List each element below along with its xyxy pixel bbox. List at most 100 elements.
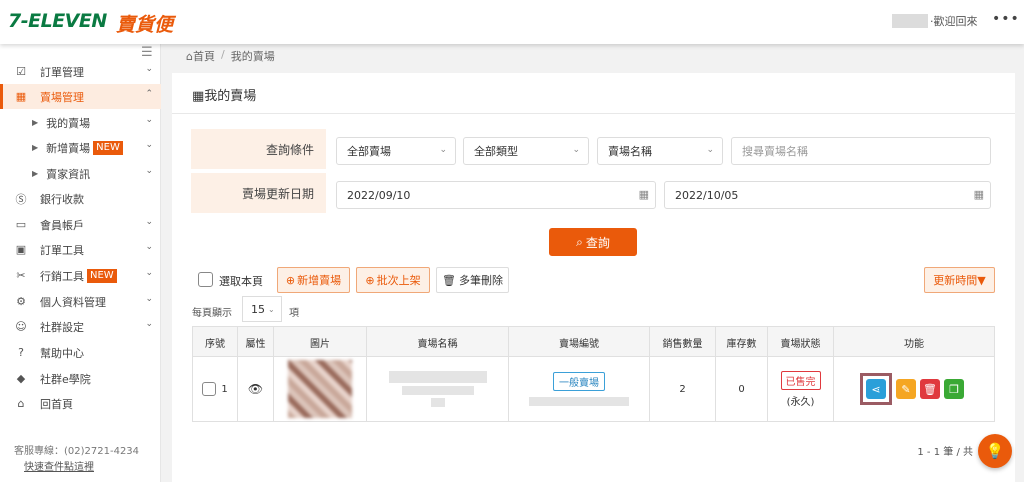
sidebar-item-label: 社群設定 xyxy=(40,320,84,334)
lightbulb-icon[interactable]: 💡 xyxy=(978,434,1012,468)
breadcrumb-home-label: 首頁 xyxy=(192,50,215,63)
sidebar-item-community[interactable]: ☺ 社群設定 ⌄ xyxy=(0,314,161,339)
chevron-down-icon: ⌄ xyxy=(572,145,580,155)
search-button[interactable]: ⌕ 查詢 xyxy=(549,228,637,256)
per-page-select[interactable]: 15 ⌄ xyxy=(242,296,282,322)
trash-icon: 🗑 xyxy=(442,273,456,287)
store-icon: ▦ xyxy=(192,89,205,104)
brand-sub-logo[interactable]: 賣貨便 xyxy=(116,10,173,37)
store-select[interactable]: 全部賣場 ⌄ xyxy=(336,137,456,165)
sidebar-item-store-management[interactable]: ▦ 賣場管理 ⌃ xyxy=(0,84,161,109)
sidebar-item-label: 訂單管理 xyxy=(40,65,84,79)
briefcase-icon: ▣ xyxy=(15,243,27,256)
edit-icon[interactable]: ✎ xyxy=(896,379,916,399)
sidebar-item-orders[interactable]: ☑ 訂單管理 ⌄ xyxy=(0,59,161,84)
sidebar-item-label: 個人資料管理 xyxy=(40,295,106,309)
new-badge: NEW xyxy=(87,268,117,283)
sidebar-item-label: 幫助中心 xyxy=(40,346,84,360)
select-page-label: 選取本頁 xyxy=(219,275,263,288)
chevron-down-icon: ⌄ xyxy=(145,140,153,150)
sidebar-item-academy[interactable]: ◆ 社群e學院 xyxy=(0,366,161,391)
sidebar-item-bank[interactable]: Ⓢ 銀行收款 xyxy=(0,186,161,211)
store-name-redacted xyxy=(401,386,474,395)
scissors-icon: ✂ xyxy=(16,269,26,282)
brand-logo[interactable]: 7-ELEVEN xyxy=(8,10,107,32)
td-index: 1 xyxy=(193,357,238,421)
batch-list-button[interactable]: ⊕ 批次上架 xyxy=(356,267,430,293)
store-type-tag: 一般賣場 xyxy=(553,372,605,391)
sidebar-item-help[interactable]: ? 幫助中心 xyxy=(0,340,161,365)
eye-icon[interactable]: 👁 xyxy=(248,382,263,396)
calendar-icon[interactable]: ▦ xyxy=(639,188,649,201)
sidebar-item-marketing-tools[interactable]: ✂ 行銷工具 NEW ⌄ xyxy=(0,263,161,288)
chevron-down-icon: ⌄ xyxy=(145,242,153,252)
sidebar-item-label: 訂單工具 xyxy=(40,243,84,257)
delete-icon[interactable]: 🗑 xyxy=(920,379,940,399)
sort-by-update-button[interactable]: 更新時間▼ xyxy=(924,267,995,293)
share-icon[interactable]: ⋖ xyxy=(866,379,886,399)
clipboard-icon: ☑ xyxy=(16,65,26,78)
status-badge: 已售完 xyxy=(780,370,821,390)
th-image: 圖片 xyxy=(274,327,367,357)
caret-right-icon: ▶ xyxy=(32,143,39,152)
chevron-down-icon: ⌄ xyxy=(145,64,153,74)
sidebar-item-profile[interactable]: ⚙ 個人資料管理 ⌄ xyxy=(0,289,161,314)
home-icon: ⌂ xyxy=(17,397,25,410)
pagination-summary: 1 - 1 筆 / 共 xyxy=(917,447,973,458)
table-row: 1 👁 一般賣場 2 0 已售完 (永久) ⋖ ✎ 🗑 ❐ xyxy=(193,357,994,421)
more-icon[interactable]: ••• xyxy=(992,11,1020,27)
dollar-icon: Ⓢ xyxy=(15,192,27,206)
sidebar-item-order-tools[interactable]: ▣ 訂單工具 ⌄ xyxy=(0,237,161,262)
chevron-down-icon: ⌄ xyxy=(145,294,153,304)
store-name-redacted[interactable] xyxy=(388,371,487,383)
sidebar-item-member-account[interactable]: ▭ 會員帳戶 ⌄ xyxy=(0,212,161,237)
status-note: (永久) xyxy=(786,396,815,408)
sidebar-item-label: 回首頁 xyxy=(40,397,73,411)
per-page-unit: 項 xyxy=(289,308,299,319)
type-select[interactable]: 全部類型 ⌄ xyxy=(463,137,589,165)
td-status: 已售完 (永久) xyxy=(768,357,834,421)
td-sold: 2 xyxy=(650,357,716,421)
sidebar-item-home[interactable]: ⌂ 回首頁 xyxy=(0,391,161,416)
sidebar-item-new-store[interactable]: ▶ 新增賣場 NEW ⌄ xyxy=(0,135,161,160)
query-label: 查詢條件 xyxy=(191,129,326,169)
multi-delete-button[interactable]: 🗑 多筆刪除 xyxy=(436,267,509,293)
date-from-field[interactable]: 2022/09/10 ▦ xyxy=(336,181,656,209)
search-placeholder: 搜尋賣場名稱 xyxy=(742,145,808,158)
home-icon: ⌂ xyxy=(186,50,193,63)
sidebar-item-label: 賣家資訊 xyxy=(46,167,91,181)
th-functions: 功能 xyxy=(904,338,924,350)
chevron-down-icon: ⌄ xyxy=(145,115,153,125)
copy-icon[interactable]: ❐ xyxy=(944,379,964,399)
search-input[interactable]: 搜尋賣場名稱 xyxy=(731,137,991,165)
date-to-field[interactable]: 2022/10/05 ▦ xyxy=(664,181,991,209)
product-thumbnail[interactable] xyxy=(288,360,352,418)
select-page-checkbox[interactable] xyxy=(198,272,213,287)
sidebar-item-my-store[interactable]: ▶ 我的賣場 ⌄ xyxy=(0,110,161,135)
th-status: 賣場狀態 xyxy=(768,327,834,357)
row-checkbox[interactable] xyxy=(202,382,217,396)
sidebar-item-label: 銀行收款 xyxy=(40,192,84,206)
chevron-down-icon: ⌄ xyxy=(439,145,447,155)
main-card: ▦我的賣場 查詢條件 賣場更新日期 全部賣場 ⌄ 全部類型 ⌄ 賣場名稱 ⌄ 搜尋賣場… xyxy=(172,73,1015,482)
breadcrumb-home[interactable]: ⌂首頁 xyxy=(186,48,215,64)
page-title-text: 我的賣場 xyxy=(204,89,257,104)
field-select[interactable]: 賣場名稱 ⌄ xyxy=(597,137,723,165)
td-functions: ⋖ ✎ 🗑 ❐ xyxy=(834,357,994,421)
td-stock: 0 xyxy=(716,357,768,421)
search-icon: ⌕ xyxy=(576,234,583,249)
th-stock: 庫存數 xyxy=(716,327,768,357)
new-badge: NEW xyxy=(93,140,123,155)
top-bar: 7-ELEVEN 賣貨便 ‧歡迎回來 ••• xyxy=(0,0,1024,44)
calendar-icon[interactable]: ▦ xyxy=(974,188,984,201)
add-store-button[interactable]: ⊕ 新增賣場 xyxy=(277,267,350,293)
sidebar-item-seller-info[interactable]: ▶ 賣家資訊 ⌄ xyxy=(0,161,161,186)
share-highlight: ⋖ xyxy=(860,373,892,405)
store-table: 序號 屬性 圖片 賣場名稱 賣場編號 銷售數量 庫存數 賣場狀態 功能 1 👁 xyxy=(192,326,995,422)
field-select-value: 賣場名稱 xyxy=(608,145,652,158)
sidebar-item-label: 新增賣場 xyxy=(46,141,91,155)
breadcrumb-separator: / xyxy=(220,48,225,61)
hamburger-icon[interactable]: ☰ xyxy=(141,45,153,60)
track-shipment-link[interactable]: 快速查件點這裡 xyxy=(24,458,94,473)
per-page-value: 15 xyxy=(251,302,265,316)
